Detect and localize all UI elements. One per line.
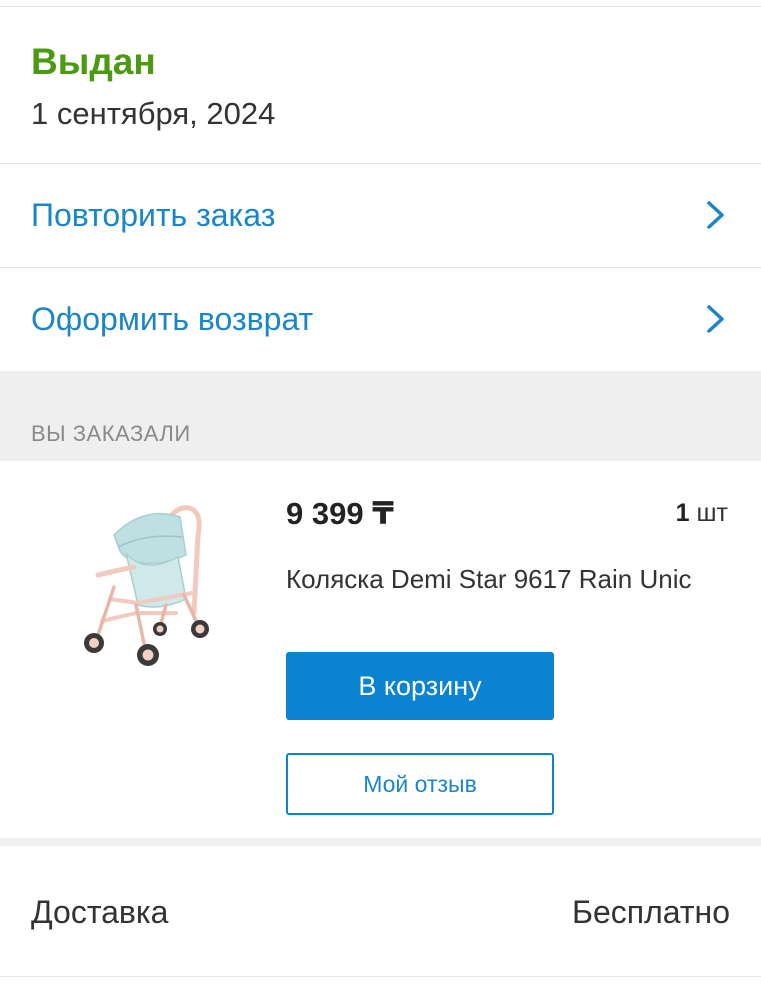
return-order-row[interactable]: Оформить возврат xyxy=(0,268,761,370)
delivery-value: Бесплатно xyxy=(571,894,730,930)
chevron-right-icon xyxy=(707,201,724,229)
ordered-section-header: ВЫ ЗАКАЗАЛИ xyxy=(0,371,761,461)
delivery-row: Доставка Бесплатно xyxy=(0,846,761,976)
quantity-unit: шт xyxy=(696,499,728,527)
return-order-label: Оформить возврат xyxy=(31,301,314,337)
chevron-right-icon xyxy=(707,305,724,333)
order-details-page: Выдан 1 сентября, 2024 Повторить заказ О… xyxy=(0,0,761,1000)
order-status: Выдан xyxy=(31,41,156,82)
delivery-label: Доставка xyxy=(31,894,169,930)
ordered-section-title: ВЫ ЗАКАЗАЛИ xyxy=(31,421,191,446)
quantity-number: 1 xyxy=(675,499,690,527)
order-status-block: Выдан 1 сентября, 2024 xyxy=(0,7,761,163)
section-separator xyxy=(0,838,761,846)
repeat-order-label: Повторить заказ xyxy=(31,197,276,233)
divider xyxy=(0,976,761,977)
product-price: 9 399 ₸ xyxy=(286,496,394,531)
order-date: 1 сентября, 2024 xyxy=(31,96,276,131)
my-review-button[interactable]: Мой отзыв xyxy=(286,753,554,815)
product-quantity: 1 шт xyxy=(676,497,728,529)
product-name[interactable]: Коляска Demi Star 9617 Rain Unic xyxy=(286,563,706,595)
add-to-cart-button[interactable]: В корзину xyxy=(286,652,554,720)
product-card: 9 399 ₸ 1 шт Коляска Demi Star 9617 Rain… xyxy=(0,461,761,838)
repeat-order-row[interactable]: Повторить заказ xyxy=(0,164,761,266)
stroller-image[interactable] xyxy=(74,495,214,675)
